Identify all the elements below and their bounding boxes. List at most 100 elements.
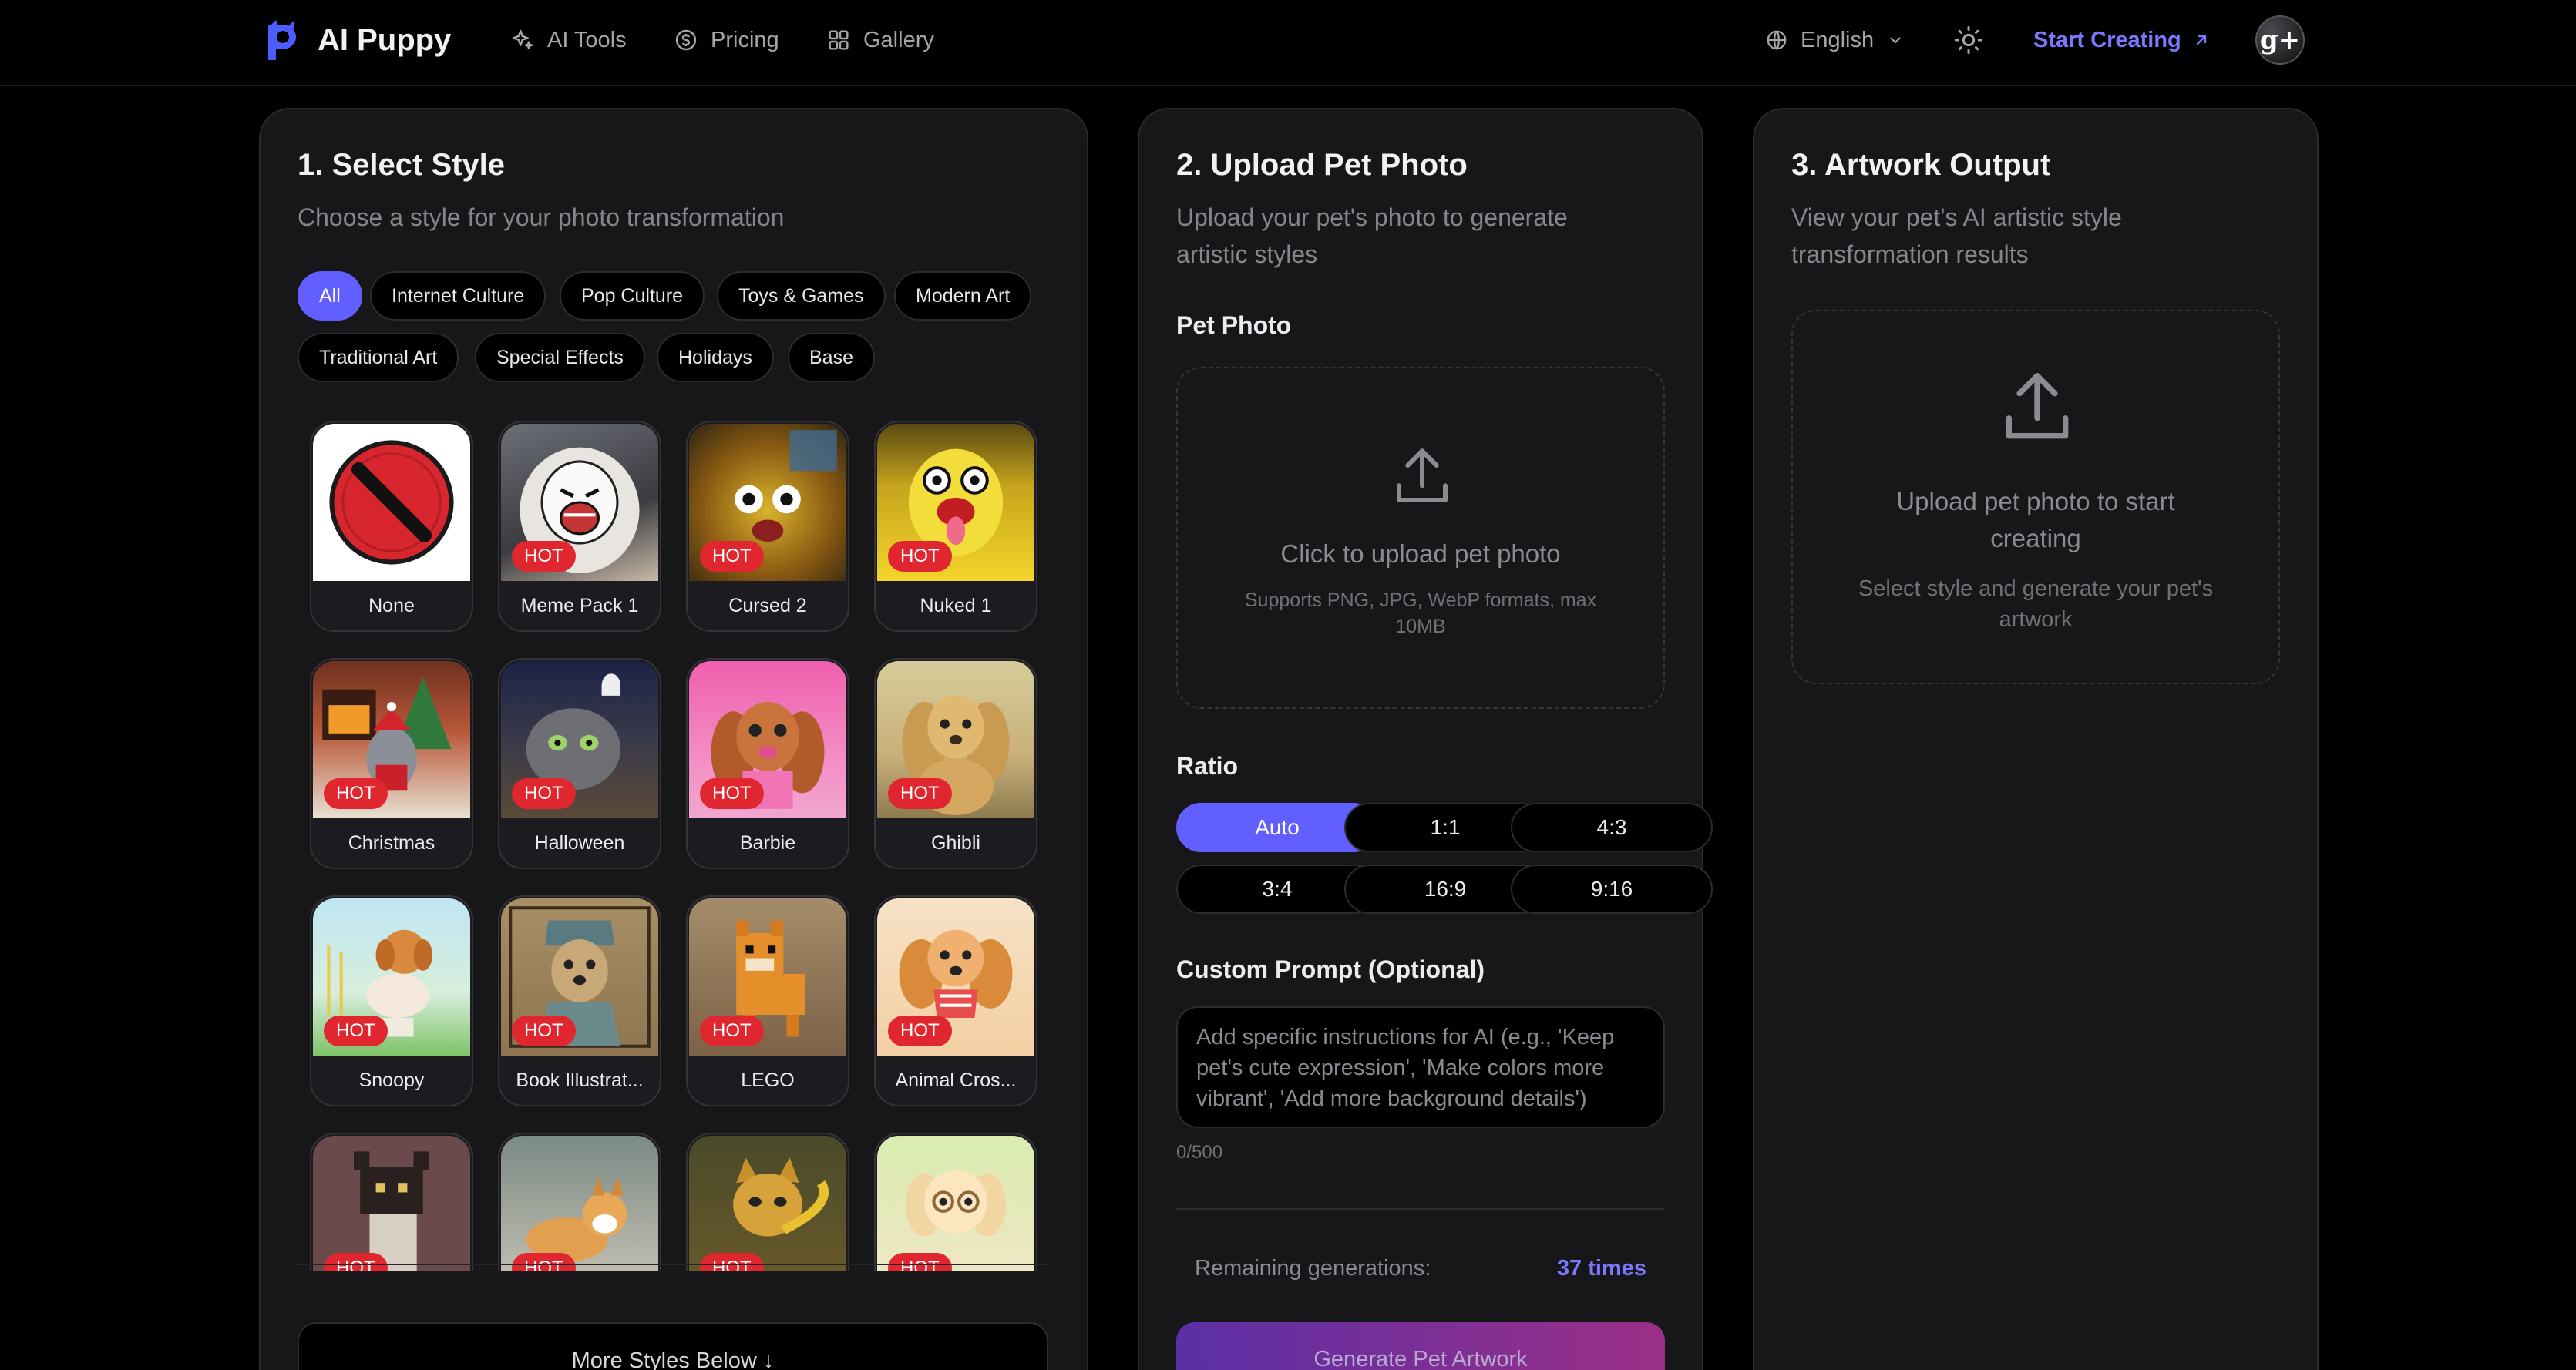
hot-badge: HOT (512, 778, 576, 809)
no-style-thumbnail (313, 424, 470, 581)
pixel-cat-illustration (354, 1151, 429, 1271)
output-empty-hint-line1: Select style and generate your pet's (1858, 576, 2214, 601)
ratio-9-16[interactable]: 9:16 (1511, 865, 1713, 914)
hot-badge: HOT (512, 541, 576, 572)
start-creating-link[interactable]: Start Creating (2033, 23, 2211, 57)
style-tile-lego[interactable]: HOT LEGO (686, 895, 849, 1106)
upload-panel-subtitle-line2: artistic styles (1176, 240, 1318, 268)
filter-chip-special-effects[interactable]: Special Effects (475, 333, 645, 382)
user-avatar[interactable]: g+ (2255, 15, 2305, 65)
nav-link-ai-tools[interactable]: AI Tools (510, 23, 627, 57)
hot-badge: HOT (700, 778, 764, 809)
start-creating-label: Start Creating (2033, 27, 2181, 52)
style-tile-oil-painting[interactable]: HOT (686, 1133, 849, 1271)
style-thumbnail (877, 1136, 1034, 1271)
hot-badge: HOT (700, 1253, 764, 1271)
style-tile-barbie[interactable]: HOT Barbie (686, 658, 849, 869)
style-tile-animal-crossing[interactable]: HOT Animal Cros... (874, 895, 1037, 1106)
top-navbar: AI Puppy AI Tools Pricing Gallery Englis… (0, 0, 2576, 86)
puppy-logo-icon (268, 20, 296, 60)
output-empty-title-line2: creating (1990, 524, 2081, 552)
style-thumbnail (689, 1136, 846, 1271)
prompt-char-counter: 0/500 (1176, 1142, 1223, 1163)
filter-chip-pop-culture[interactable]: Pop Culture (560, 271, 705, 321)
globe-icon (1767, 30, 1787, 50)
hot-badge: HOT (324, 778, 388, 809)
style-name: Book Illustrat... (516, 1069, 644, 1091)
style-name: None (368, 595, 415, 616)
output-panel-subtitle-line2: transformation results (1791, 240, 2029, 268)
artwork-output-area: Upload pet photo to start creating Selec… (1791, 310, 2280, 684)
filter-chip-traditional-art[interactable]: Traditional Art (298, 333, 459, 382)
filter-chip-toys-games[interactable]: Toys & Games (717, 271, 886, 321)
nav-link-label: Gallery (863, 27, 934, 52)
language-label: English (1801, 27, 1875, 52)
style-panel-title: 1. Select Style (298, 148, 506, 182)
hot-badge: HOT (324, 1016, 388, 1046)
brand-logo[interactable]: AI Puppy (264, 18, 451, 62)
hot-badge: HOT (512, 1253, 576, 1271)
hot-badge: HOT (888, 778, 952, 809)
chevron-down-icon (1890, 37, 1901, 44)
nav-link-gallery[interactable]: Gallery (826, 23, 934, 57)
filter-chip-internet-culture[interactable]: Internet Culture (370, 271, 546, 321)
style-tile-cursed-2[interactable]: HOT Cursed 2 (686, 421, 849, 632)
style-name: Animal Cros... (895, 1069, 1017, 1091)
ratio-label: Ratio (1176, 752, 1238, 780)
style-tile-nuked-1[interactable]: HOT Nuked 1 (874, 421, 1037, 632)
avatar-letter: g+ (2259, 25, 2301, 55)
style-name: Snoopy (358, 1069, 425, 1091)
sparkles-icon (512, 29, 533, 49)
filter-chip-holidays[interactable]: Holidays (657, 333, 774, 382)
style-name: Barbie (739, 832, 796, 854)
language-selector[interactable]: English (1765, 23, 1905, 57)
style-panel-subtitle: Choose a style for your photo transforma… (298, 203, 785, 231)
style-name: Nuked 1 (920, 595, 992, 616)
hot-badge: HOT (700, 541, 764, 572)
pet-photo-label: Pet Photo (1176, 311, 1292, 339)
custom-prompt-label: Custom Prompt (Optional) (1176, 955, 1485, 983)
hot-badge: HOT (700, 1016, 764, 1046)
pet-photo-dropzone[interactable]: Click to upload pet photo Supports PNG, … (1176, 367, 1665, 709)
custom-prompt-textarea[interactable]: Add specific instructions for AI (e.g., … (1176, 1006, 1665, 1128)
filter-chip-modern-art[interactable]: Modern Art (894, 271, 1032, 321)
generate-artwork-button[interactable]: Generate Pet Artwork (1176, 1322, 1665, 1370)
filter-chip-base[interactable]: Base (788, 333, 875, 382)
more-styles-button[interactable]: More Styles Below ↓ (298, 1322, 1048, 1370)
upload-panel-title: 2. Upload Pet Photo (1176, 148, 1468, 182)
filter-chip-all[interactable]: All (298, 271, 362, 321)
style-tile-pixel-art[interactable]: HOT (310, 1133, 473, 1271)
dropzone-hint-line1: Supports PNG, JPG, WebP formats, max (1244, 589, 1597, 611)
ratio-4-3[interactable]: 4:3 (1511, 803, 1713, 852)
theme-toggle-sun-icon[interactable] (1953, 25, 1984, 55)
style-tile-corgi[interactable]: HOT (498, 1133, 661, 1271)
style-tile-book-illustration[interactable]: HOT Book Illustrat... (498, 895, 661, 1106)
style-tile-none[interactable]: None (310, 421, 473, 632)
arrow-up-right-icon (2196, 35, 2206, 45)
upload-icon (1397, 448, 1448, 502)
style-tile-christmas[interactable]: HOT Christmas (310, 658, 473, 869)
output-panel-subtitle-line1: View your pet's AI artistic style (1791, 203, 2122, 231)
upload-icon (2006, 373, 2069, 439)
dollar-circle-icon (675, 29, 697, 51)
style-name: Ghibli (931, 832, 980, 854)
style-name: Cursed 2 (728, 595, 807, 616)
upload-panel-subtitle-line1: Upload your pet's photo to generate (1176, 203, 1568, 231)
style-tile-halloween[interactable]: HOT Halloween (498, 658, 661, 869)
style-tile-cute-cartoon[interactable]: HOT (874, 1133, 1037, 1271)
style-tile-ghibli[interactable]: HOT Ghibli (874, 658, 1037, 869)
remaining-generations-label: Remaining generations: (1195, 1256, 1431, 1281)
hot-badge: HOT (888, 1016, 952, 1046)
style-thumbnail (313, 1136, 470, 1271)
nav-link-pricing[interactable]: Pricing (674, 23, 779, 57)
dropzone-hint-line2: 10MB (1395, 616, 1446, 637)
grid-icon (829, 30, 849, 50)
brand-name: AI Puppy (318, 22, 452, 57)
hot-badge: HOT (888, 541, 952, 572)
hot-badge: HOT (512, 1016, 576, 1046)
output-empty-title-line1: Upload pet photo to start (1896, 487, 2175, 515)
style-tile-meme-pack-1[interactable]: HOT Meme Pack 1 (498, 421, 661, 632)
output-panel-title: 3. Artwork Output (1791, 148, 2051, 182)
cartoon-dog-illustration (905, 1170, 1007, 1237)
style-tile-snoopy[interactable]: HOT Snoopy (310, 895, 473, 1106)
